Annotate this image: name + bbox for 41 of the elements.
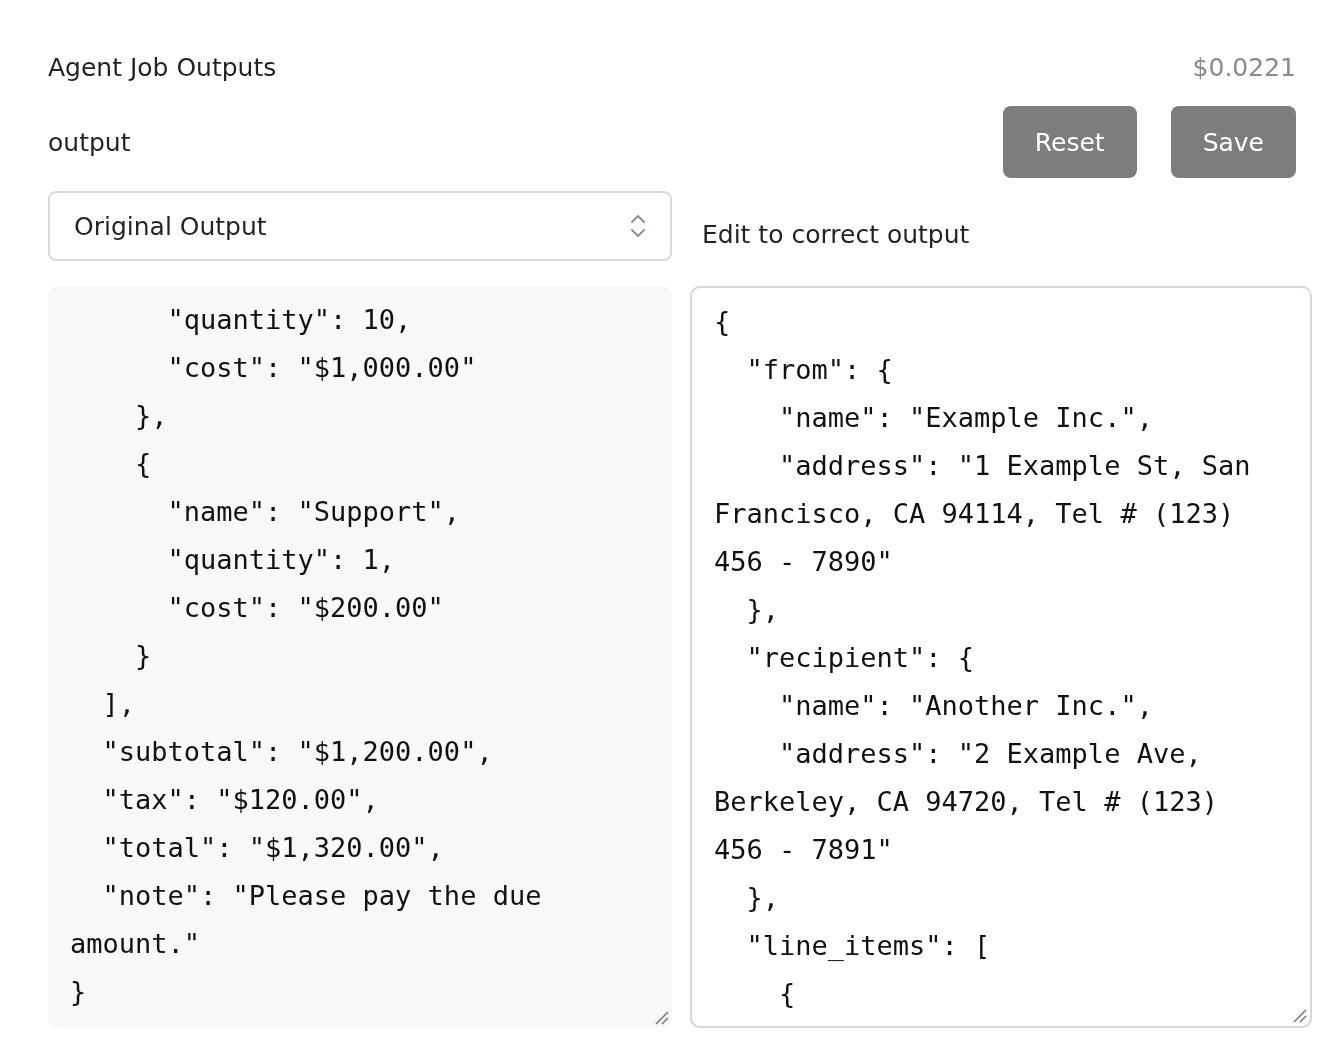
- code-line: "cost": "$200.00": [166, 591, 444, 625]
- code-line: "name": "Another Inc.",: [778, 689, 1153, 723]
- code-line: "tax": "$120.00",: [101, 783, 379, 817]
- code-line: "address": "1 Example St, San: [778, 449, 1251, 483]
- code-line: 456 - 7891": [714, 833, 893, 867]
- code-line: "quantity": 10,: [166, 303, 412, 337]
- code-line: "total": "$1,320.00",: [101, 831, 444, 865]
- code-line: {: [134, 447, 152, 481]
- edit-label: Edit to correct output: [701, 220, 971, 251]
- code-line: },: [745, 593, 780, 627]
- output-select[interactable]: Original Output: [48, 191, 672, 261]
- code-line: },: [745, 881, 780, 915]
- page-title: Agent Job Outputs: [48, 52, 277, 82]
- code-line: amount.": [70, 927, 201, 961]
- resize-grip-icon: [1293, 1009, 1307, 1023]
- chevron-icon: [630, 212, 646, 240]
- code-line: "name": "Support",: [166, 495, 461, 529]
- code-line: "line_items": [: [745, 929, 991, 963]
- code-line: 456 - 7890": [714, 545, 893, 579]
- code-line: Francisco, CA 94114, Tel # (123): [714, 497, 1235, 531]
- save-button[interactable]: Save: [1170, 106, 1296, 178]
- code-line: {: [778, 977, 796, 1011]
- code-line: "cost": "$1,000.00": [166, 351, 477, 385]
- code-line: "recipient": {: [745, 641, 975, 675]
- code-line: "address": "2 Example Ave,: [778, 737, 1202, 771]
- code-line: "from": {: [745, 353, 893, 387]
- code-line: Berkeley, CA 94720, Tel # (123): [714, 785, 1218, 819]
- code-line: {: [714, 305, 731, 339]
- code-line: "name": "Example Inc.",: [778, 401, 1153, 435]
- code-line: "quantity": 1,: [166, 543, 396, 577]
- resize-grip-icon: [655, 1011, 669, 1025]
- cost-amount: $0.0221: [1192, 52, 1296, 82]
- code-line: "subtotal": "$1,200.00",: [101, 735, 493, 769]
- code-line: },: [134, 399, 168, 433]
- code-line: ],: [101, 687, 136, 721]
- reset-button[interactable]: Reset: [1002, 106, 1137, 178]
- code-line: }: [134, 639, 152, 673]
- corrected-output-editor[interactable]: [690, 286, 1312, 1028]
- code-line: "note": "Please pay the due: [101, 879, 542, 913]
- output-label: output: [48, 127, 131, 157]
- code-line: }: [70, 975, 87, 1009]
